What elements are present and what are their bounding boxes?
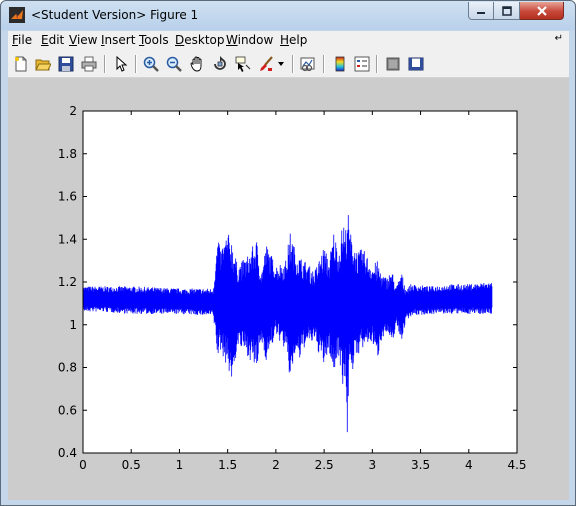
toolbar-separator (323, 55, 325, 73)
y-tick-label: 1 (69, 318, 77, 332)
colorbar-icon (335, 56, 345, 72)
y-tick-label: 1.6 (58, 190, 77, 204)
figure-window: <Student Version> Figure 1 File Edit Vie… (0, 0, 576, 506)
pan-icon (190, 56, 202, 72)
x-tick-label: 4 (465, 458, 473, 472)
menu-file[interactable]: File (12, 33, 32, 47)
x-tick-label: 3 (369, 458, 377, 472)
edit-plot-button[interactable] (111, 54, 131, 74)
x-tick-label: 0.5 (122, 458, 141, 472)
minimize-icon (477, 11, 485, 14)
open-file-button[interactable] (33, 54, 53, 74)
y-tick-label: 1.4 (58, 232, 77, 246)
zoom-in-button[interactable] (141, 54, 161, 74)
brush-dropdown-icon (278, 62, 284, 66)
y-tick-label: 1.2 (58, 275, 77, 289)
hide-plot-tools-button[interactable] (383, 54, 403, 74)
zoom-in-icon (143, 56, 159, 72)
y-tick-label: 0.6 (58, 403, 77, 417)
save-button[interactable] (56, 54, 76, 74)
y-tick-label: 1.8 (58, 147, 77, 161)
x-tick-label: 1 (176, 458, 184, 472)
menu-dock-arrow-icon[interactable]: ↵ (555, 33, 563, 44)
maximize-icon (501, 5, 512, 16)
waveform-plot[interactable]: 0 0.5 1 1.5 2 2.5 3 3.5 4 4.5 0.4 0.6 0.8 1 1.2 1.4 1.6 1… (8, 78, 569, 500)
colorbar-button[interactable] (330, 54, 350, 74)
link-plot-button[interactable] (298, 54, 318, 74)
menu-insert[interactable]: Insert (101, 33, 135, 47)
y-tick-label: 2 (69, 104, 77, 118)
close-icon (536, 5, 547, 16)
x-tick-label: 1.5 (218, 458, 237, 472)
x-tick-label: 0 (79, 458, 87, 472)
print-icon (81, 56, 97, 72)
menu-window[interactable]: Window (226, 33, 273, 47)
x-tick-label: 2.5 (315, 458, 334, 472)
menu-bar: File Edit View Insert Tools Desktop Wind… (8, 31, 569, 50)
save-icon (58, 56, 74, 72)
minimize-button[interactable] (468, 2, 494, 20)
toolbar-separator (135, 55, 137, 73)
toolbar-separator (104, 55, 106, 73)
show-plot-tools-button[interactable] (406, 54, 426, 74)
print-button[interactable] (79, 54, 99, 74)
menu-help[interactable]: Help (280, 33, 307, 47)
close-button[interactable] (520, 2, 564, 20)
zoom-out-icon (166, 56, 182, 72)
brush-dropdown-button[interactable] (276, 54, 286, 74)
menu-view[interactable]: View (69, 33, 97, 47)
zoom-out-button[interactable] (164, 54, 184, 74)
toolbar-separator (292, 55, 294, 73)
pan-button[interactable] (187, 54, 207, 74)
x-tick-label: 2 (272, 458, 280, 472)
link-plot-icon (300, 57, 315, 72)
new-figure-button[interactable] (11, 54, 31, 74)
window-title: <Student Version> Figure 1 (31, 8, 199, 22)
legend-button[interactable] (352, 54, 372, 74)
toolbar-separator (376, 55, 378, 73)
show-plot-tools-icon (408, 57, 424, 71)
y-tick-label: 0.8 (58, 361, 77, 375)
data-cursor-icon (235, 56, 251, 72)
pointer-icon (116, 56, 128, 72)
hide-plot-tools-icon (386, 57, 400, 71)
menu-tools[interactable]: Tools (139, 33, 169, 47)
x-tick-label: 4.5 (507, 458, 526, 472)
y-tick-label: 0.4 (58, 446, 77, 460)
title-bar[interactable]: <Student Version> Figure 1 (1, 1, 575, 31)
data-cursor-button[interactable] (233, 54, 253, 74)
rotate-3d-button[interactable] (210, 54, 230, 74)
open-file-icon (35, 59, 51, 71)
maximize-button[interactable] (494, 2, 520, 20)
brush-button[interactable] (256, 54, 276, 74)
figure-canvas: 0 0.5 1 1.5 2 2.5 3 3.5 4 4.5 0.4 0.6 0.8 1 1.2 1.4 1.6 1… (8, 78, 569, 500)
menu-desktop[interactable]: Desktop (175, 33, 225, 47)
brush-icon (260, 56, 273, 71)
figure-toolbar (8, 50, 569, 78)
new-figure-icon (15, 56, 27, 72)
matlab-icon (9, 7, 25, 23)
legend-icon (354, 56, 370, 72)
rotate-3d-icon (214, 56, 226, 70)
menu-edit[interactable]: Edit (41, 33, 64, 47)
x-tick-label: 3.5 (411, 458, 430, 472)
